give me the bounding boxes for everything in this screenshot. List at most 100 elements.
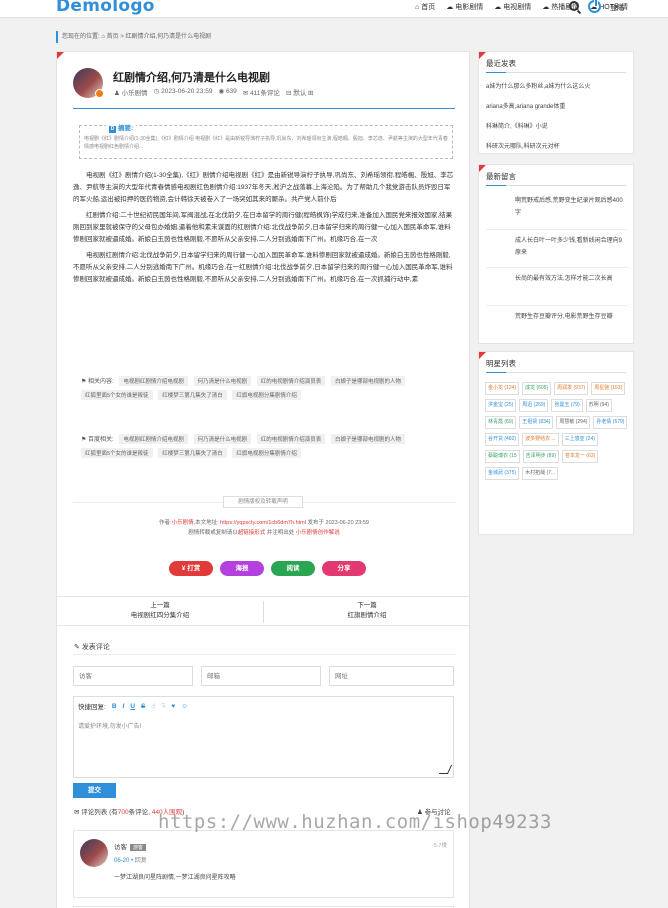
login-link[interactable]: 登陆: [610, 3, 624, 13]
resize-handle[interactable]: [438, 765, 453, 774]
message-item[interactable]: 啊荒野戒后感,荒野变生纪录片观后感400字: [515, 195, 627, 219]
star-tag[interactable]: 林青霞 (69): [485, 416, 517, 429]
baidu-tag[interactable]: 红楼梦三第几集失了清白: [158, 448, 227, 458]
heart-icon[interactable]: ♥: [171, 703, 175, 710]
message-item[interactable]: 荒野生存豆瓣评分,电影荒野生存豆瓣: [515, 311, 627, 323]
source-site[interactable]: 小乐剧情创作解说: [296, 530, 340, 536]
name-input[interactable]: [73, 666, 193, 686]
thumbs-up-icon[interactable]: ☝: [151, 702, 155, 710]
poster-button[interactable]: 海报: [220, 561, 264, 576]
underline-icon[interactable]: U: [130, 703, 135, 710]
search-icon[interactable]: [569, 1, 579, 11]
comment-list-label: 评论列表: [81, 809, 108, 816]
source-url[interactable]: https://yqpscty.com/1cb6dm7h.html: [220, 520, 306, 526]
baidu-tag[interactable]: 何乃清是什么电视剧: [193, 434, 252, 444]
related-tag[interactable]: 红楼梦三第几集失了清白: [158, 390, 227, 400]
source-link[interactable]: 超链接形式: [238, 530, 266, 536]
message-item[interactable]: 长尚的最有效方法,怎样才能二次长高: [515, 273, 627, 285]
thumbs-down-icon[interactable]: ☟: [161, 702, 165, 710]
paragraph: 红剧情介绍:二十世纪初民国年间,军阀混战,在北伐前夕,在日本留学的周行健(程皓枫…: [73, 212, 453, 243]
baidu-tag[interactable]: 白娘子是哪部电视剧的人物: [330, 434, 405, 444]
prev-title[interactable]: 电视剧红四分集介绍: [57, 611, 263, 621]
source-label: 剧情转载或复制请以: [188, 530, 238, 536]
star-tag[interactable]: 孙老倩 (579): [593, 416, 628, 429]
nav-movie[interactable]: ☁ 电影剧情: [446, 2, 483, 12]
email-input[interactable]: [201, 666, 321, 686]
prev-post[interactable]: 上一篇 电视剧红四分集介绍: [57, 601, 263, 621]
related-tag[interactable]: 红狐里面5个女的谁是叛徒: [81, 390, 153, 400]
related-tag[interactable]: 何乃清是什么电视剧: [193, 376, 252, 386]
star-tag[interactable]: 成龙 (605): [522, 382, 552, 395]
bold-icon[interactable]: B: [112, 703, 117, 710]
star-tag[interactable]: 周迅 (269): [519, 399, 549, 412]
star-tag[interactable]: 周星驰 (153): [591, 382, 626, 395]
nav-tv[interactable]: ☁ 电视剧情: [494, 2, 531, 12]
message-item[interactable]: 成人长白叶一叶多少钱,看新线闲合理向9原来: [515, 235, 627, 259]
submit-button[interactable]: 提交: [73, 783, 116, 798]
star-tag[interactable]: 周慧敏 (294): [556, 416, 591, 429]
recent-post[interactable]: 科琳简介,《科琳》小说: [486, 121, 548, 130]
page-title: 红剧情介绍,何乃清是什么电视剧: [113, 72, 271, 84]
sidebar-messages-title: 最新留言: [486, 172, 516, 181]
star-tag[interactable]: 苍本龙一 (63): [561, 450, 599, 463]
star-tag[interactable]: 洪金宝 (25): [485, 399, 517, 412]
star-tag[interactable]: 吉泽明步 (89): [522, 450, 559, 463]
related-tag[interactable]: 红的电视剧情介绍演员表: [256, 376, 326, 386]
smile-icon[interactable]: ☺: [181, 703, 188, 710]
baidu-tag[interactable]: 电视剧红剧情介绍电视剧: [119, 434, 188, 444]
read-button[interactable]: 阅读: [271, 561, 315, 576]
next-label: 下一篇: [357, 602, 377, 609]
breadcrumb-home[interactable]: 首页: [107, 34, 119, 40]
font-size-toggle[interactable]: ⊟ 默认 ⊞: [286, 87, 314, 97]
related-tag[interactable]: 电视剧红剧情介绍电视剧: [119, 376, 188, 386]
recent-post[interactable]: 科研次元哪队,科研次元对杯: [486, 141, 560, 150]
star-tag[interactable]: 三上悠亚 (24): [561, 433, 598, 446]
commenter-avatar: [80, 839, 108, 867]
reply-link[interactable]: 回复: [135, 858, 147, 864]
paragraph: 电视剧《红》剧情介绍(1-30全集),《红》剧情介绍电视剧《红》是由新锐导演柠子…: [73, 172, 454, 203]
star-tag[interactable]: 周润发 (937): [554, 382, 589, 395]
italic-icon[interactable]: I: [123, 703, 125, 710]
power-icon[interactable]: [588, 0, 601, 13]
baidu-tag[interactable]: 红的电视剧情介绍演员表: [256, 434, 326, 444]
star-tag[interactable]: 苏明 (94): [585, 399, 612, 412]
article-meta: ♟ 小乐剧情 ◷ 2023-06-20 23:59 ◉ 639 ✉ 411条评论…: [114, 87, 313, 97]
star-tag[interactable]: 波多野结衣 ...: [522, 433, 559, 446]
article-body: 电视剧《红》剧情介绍(1-30全集),《红》剧情介绍电视剧《红》是由新锐导演柠子…: [73, 170, 455, 290]
star-tag[interactable]: 谷开贷 (482): [485, 433, 520, 446]
comment-date: 06-20: [114, 858, 130, 864]
prev-label: 上一篇: [150, 602, 170, 609]
source-label: 并注明出处: [266, 530, 295, 536]
sidebar-title-line: [486, 72, 626, 73]
source-author[interactable]: 小乐剧情: [172, 520, 194, 526]
star-tag[interactable]: 木村拓哉 (7...: [522, 467, 559, 480]
tip-button[interactable]: ¥ 打赏: [169, 561, 213, 576]
source-line-2: 剧情转载或复制请以超链接形式 并注明出处 小乐剧情创作解说: [57, 528, 471, 538]
share-button[interactable]: 分享: [322, 561, 366, 576]
star-tag[interactable]: 金小龙 (124): [485, 382, 520, 395]
comment-list-label: 条评论,: [128, 809, 150, 816]
source-date: 发布于 2023-06-20 23:59: [307, 520, 369, 526]
next-title[interactable]: 红旗剧情介绍: [264, 611, 470, 621]
nav-home[interactable]: ⌂ 首页: [415, 2, 435, 12]
logo[interactable]: Demologo: [56, 0, 155, 16]
related-tag[interactable]: 白娘子是哪部电视剧的人物: [330, 376, 405, 386]
recent-post[interactable]: ariana多高,ariana grande体重: [486, 101, 565, 110]
related-tag[interactable]: 红旗电视剧分集剧情介绍: [232, 390, 301, 400]
strike-icon[interactable]: S: [141, 703, 145, 710]
comment-count[interactable]: ✉ 411条评论: [243, 87, 280, 97]
star-tag[interactable]: 张曼玉 (79): [551, 399, 583, 412]
star-tag[interactable]: 王祖贤 (834): [519, 416, 554, 429]
top-bar: Demologo ⌂ 首页 ☁ 电影剧情 ☁ 电视剧情 ☁ 热播剧情 ☁ HOT剧情 登陆: [0, 0, 668, 18]
star-tag[interactable]: 金城武 (375): [485, 467, 520, 480]
next-post[interactable]: 下一篇 红旗剧情介绍: [264, 601, 470, 621]
baidu-tag[interactable]: 红旗电视剧分集剧情介绍: [232, 448, 301, 458]
baidu-tag[interactable]: 红狐里面5个女的谁是叛徒: [81, 448, 153, 458]
source-label: ,本文地址:: [193, 520, 219, 526]
url-input[interactable]: [329, 666, 454, 686]
comment-textarea[interactable]: 快捷回复: B I U S ☝ ☟ ♥ ☺ 请爱护环境,勿发小广告!: [73, 696, 454, 778]
recent-post[interactable]: a妹为什么那么多粉丝,a妹为什么这么火: [486, 81, 590, 90]
star-tag[interactable]: 蔡聪博衣 (15: [485, 450, 520, 463]
post-date: ◷ 2023-06-20 23:59: [153, 88, 213, 95]
author-name[interactable]: ♟ 小乐剧情: [114, 87, 148, 97]
